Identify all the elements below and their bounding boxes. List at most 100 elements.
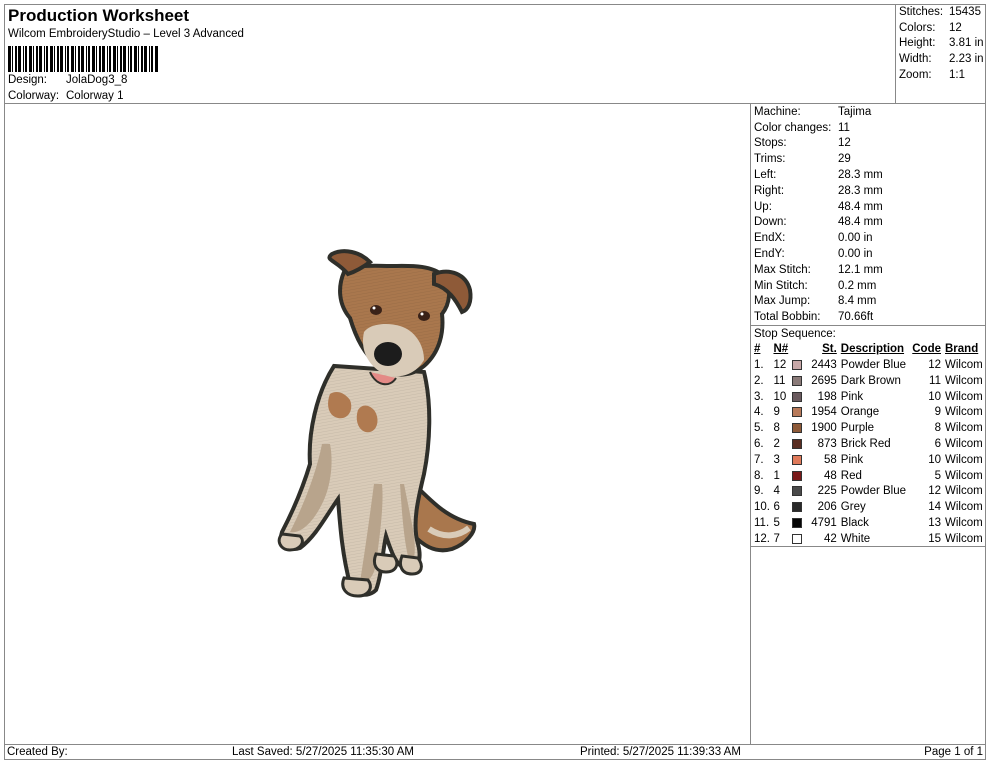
thread-brand: Wilcom <box>945 390 983 403</box>
color-swatch <box>791 360 802 371</box>
worksheet-header: Production Worksheet Wilcom EmbroiderySt… <box>4 4 896 104</box>
barcode-bar <box>78 46 80 72</box>
stitch-count: 4791 <box>811 517 837 530</box>
machine-info-value: Tajima <box>838 105 872 118</box>
summary-row: Zoom: 1:1 <box>896 67 986 83</box>
color-swatch-cell <box>791 436 806 452</box>
machine-info-label: Stops: <box>754 137 787 150</box>
barcode-bar <box>33 46 34 72</box>
color-swatch <box>791 423 802 434</box>
design-value: JolaDog3_8 <box>66 74 128 86</box>
color-swatch-cell <box>791 499 806 515</box>
machine-info-label: Machine: <box>754 105 801 118</box>
machine-info-label: Trims: <box>754 153 786 166</box>
needle-number: 3 <box>773 453 780 466</box>
machine-info-value: 28.3 mm <box>838 169 883 182</box>
color-swatch-cell <box>791 357 806 373</box>
thread-brand: Wilcom <box>945 532 983 545</box>
stitch-count: 873 <box>817 438 837 451</box>
color-swatch-cell <box>791 531 806 547</box>
machine-info-value: 70.66ft <box>838 311 874 324</box>
summary-value: 3.81 in <box>949 37 984 50</box>
needle-number: 11 <box>773 374 786 387</box>
color-description: Black <box>840 517 869 530</box>
color-description: White <box>840 532 871 545</box>
barcode-bar <box>130 46 132 72</box>
color-description: Powder Blue <box>840 359 907 372</box>
needle-number: 4 <box>773 485 780 498</box>
machine-info-label: Total Bobbin: <box>754 311 821 324</box>
barcode-bar <box>46 46 48 72</box>
machine-info-label: Max Jump: <box>754 295 811 308</box>
color-swatch <box>791 470 802 481</box>
color-swatch-cell <box>791 484 806 500</box>
machine-info-row: EndX: 0.00 in <box>751 230 986 246</box>
barcode-bar <box>123 46 126 72</box>
machine-info-value: 48.4 mm <box>838 200 883 213</box>
stop-number: 1. <box>754 359 764 372</box>
design-label: Design: <box>8 74 47 86</box>
thread-brand: Wilcom <box>945 422 983 435</box>
color-swatch <box>791 454 802 465</box>
barcode-bar <box>134 46 137 72</box>
machine-info-label: EndX: <box>754 232 786 245</box>
color-swatch <box>791 391 802 402</box>
color-description: Dark Brown <box>840 374 901 387</box>
stop-number: 9. <box>754 485 764 498</box>
col-header-brand: Brand <box>945 343 979 356</box>
thread-code: 6 <box>934 438 941 451</box>
color-swatch <box>791 502 802 513</box>
barcode-bar <box>99 46 101 72</box>
stop-number: 12. <box>754 532 770 545</box>
barcode-bar <box>36 46 38 72</box>
col-header-swatch <box>792 341 806 357</box>
stitch-count: 2695 <box>811 374 837 387</box>
barcode-bar <box>23 46 24 72</box>
summary-value: 2.23 in <box>949 53 984 66</box>
printed-date: Printed: 5/27/2025 11:39:33 AM <box>580 746 741 758</box>
stitch-count: 1954 <box>811 406 837 419</box>
machine-info-value: 0.00 in <box>838 248 873 261</box>
barcode-bar <box>54 46 55 72</box>
stitch-count: 58 <box>824 453 837 466</box>
last-saved: Last Saved: 5/27/2025 11:35:30 AM <box>232 746 415 758</box>
design-row: Design: JolaDog3_8 <box>8 74 127 86</box>
barcode-bar <box>57 46 59 72</box>
stop-sequence-table: # N# St. Description Code Brand 1. 12 2443… <box>751 341 986 548</box>
summary-label: Width: <box>899 53 932 66</box>
color-swatch <box>791 375 802 386</box>
barcode-bar <box>86 46 87 72</box>
color-description: Red <box>840 469 862 482</box>
summary-label: Zoom: <box>899 69 932 82</box>
summary-label: Height: <box>899 37 936 50</box>
machine-info-value: 8.4 mm <box>838 295 877 308</box>
stop-number: 4. <box>754 406 764 419</box>
machine-info-label: Color changes: <box>754 121 832 134</box>
summary-value: 12 <box>949 21 962 34</box>
stop-sequence-row: 7. 3 58 Pink 10 Wilcom <box>751 452 986 468</box>
thread-code: 12 <box>928 359 941 372</box>
color-swatch <box>791 517 802 528</box>
color-swatch-cell <box>791 420 806 436</box>
page-title: Production Worksheet <box>8 6 190 25</box>
stitch-count: 48 <box>824 469 837 482</box>
color-swatch-cell <box>791 405 806 421</box>
machine-info-label: Left: <box>754 169 777 182</box>
thread-code: 11 <box>929 374 941 387</box>
machine-info-label: Down: <box>754 216 787 229</box>
stop-number: 10. <box>754 501 770 514</box>
summary-row: Stitches: 15435 <box>896 4 986 20</box>
col-header-code: Code <box>912 343 941 356</box>
barcode-bar <box>102 46 105 72</box>
stop-number: 8. <box>754 469 764 482</box>
thread-code: 10 <box>928 453 941 466</box>
needle-number: 6 <box>773 501 780 514</box>
machine-info-panel: Machine: Tajima Color changes: 11 Stops: 12 Tr… <box>751 104 986 548</box>
color-swatch-cell <box>791 515 806 531</box>
barcode-bar <box>71 46 74 72</box>
thread-brand: Wilcom <box>945 485 983 498</box>
needle-number: 2 <box>773 438 780 451</box>
machine-info-row: Trims: 29 <box>751 151 986 167</box>
summary-row: Width: 2.23 in <box>896 51 986 67</box>
stop-sequence-row: 1. 12 2443 Powder Blue 12 Wilcom <box>751 357 986 373</box>
